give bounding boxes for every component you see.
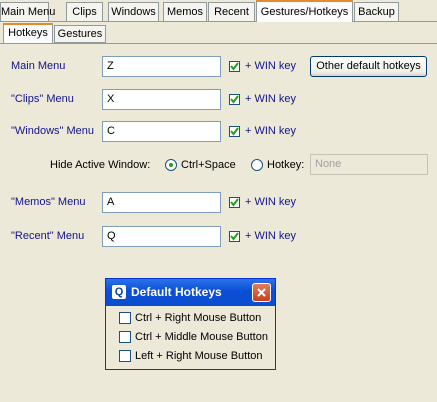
ctrl-middle-mouse-label: Ctrl + Middle Mouse Button xyxy=(135,331,268,343)
popup-close-button[interactable] xyxy=(252,283,271,302)
clips-menu-label: "Clips" Menu xyxy=(11,93,74,105)
ctrl-space-label: Ctrl+Space xyxy=(181,159,236,171)
main-menu-hotkey-field[interactable]: Z xyxy=(102,56,221,77)
ctrl-space-radio[interactable] xyxy=(165,159,177,171)
windows-menu-win-label: + WIN key xyxy=(245,125,297,137)
left-right-mouse-checkbox[interactable] xyxy=(119,350,131,362)
memos-menu-hotkey-field[interactable]: A xyxy=(102,192,221,213)
main-menu-label: Main Menu xyxy=(11,60,66,72)
check-icon xyxy=(230,232,239,241)
recent-menu-hotkey-field[interactable]: Q xyxy=(102,226,221,247)
tab-recent[interactable]: Recent xyxy=(208,2,255,21)
other-default-hotkeys-button[interactable]: Other default hotkeys xyxy=(310,56,427,77)
main-menu-win-checkbox[interactable] xyxy=(229,61,240,72)
subtab-gestures[interactable]: Gestures xyxy=(54,25,106,43)
windows-menu-win-checkbox[interactable] xyxy=(229,126,240,137)
hide-window-hotkey-field[interactable]: None xyxy=(310,154,428,175)
tab-strip-border xyxy=(0,21,437,22)
left-right-mouse-label: Left + Right Mouse Button xyxy=(135,350,263,362)
subtab-border xyxy=(0,43,437,44)
check-icon xyxy=(230,62,239,71)
ctrl-middle-mouse-checkbox[interactable] xyxy=(119,331,131,343)
recent-menu-win-label: + WIN key xyxy=(245,230,297,242)
windows-menu-label: "Windows" Menu xyxy=(11,125,95,137)
subtab-hotkeys[interactable]: Hotkeys xyxy=(3,23,53,44)
check-icon xyxy=(230,198,239,207)
popup-title: Default Hotkeys xyxy=(131,285,222,299)
tab-gestures-hotkeys[interactable]: Gestures/Hotkeys xyxy=(256,0,353,22)
app-logo-icon: Q xyxy=(112,285,126,299)
tab-main-menu[interactable]: Main Menu xyxy=(0,2,55,21)
recent-menu-win-checkbox[interactable] xyxy=(229,231,240,242)
hotkey-radio-label: Hotkey: xyxy=(267,159,305,171)
close-icon xyxy=(257,288,266,297)
memos-menu-win-checkbox[interactable] xyxy=(229,197,240,208)
clips-menu-win-label: + WIN key xyxy=(245,93,297,105)
clips-menu-win-checkbox[interactable] xyxy=(229,94,240,105)
ctrl-right-mouse-label: Ctrl + Right Mouse Button xyxy=(135,312,262,324)
default-hotkeys-popup: Q Default Hotkeys Ctrl + Right Mouse But… xyxy=(105,278,276,370)
tab-windows[interactable]: Windows xyxy=(108,2,159,21)
check-icon xyxy=(230,127,239,136)
hide-window-label: Hide Active Window: xyxy=(50,159,151,171)
recent-menu-label: "Recent" Menu xyxy=(11,230,85,242)
memos-menu-win-label: + WIN key xyxy=(245,196,297,208)
memos-menu-label: "Memos" Menu xyxy=(11,196,86,208)
ctrl-right-mouse-checkbox[interactable] xyxy=(119,312,131,324)
tab-backup[interactable]: Backup xyxy=(354,2,399,21)
windows-menu-hotkey-field[interactable]: C xyxy=(102,121,221,142)
tab-clips[interactable]: Clips xyxy=(66,2,103,21)
clips-menu-hotkey-field[interactable]: X xyxy=(102,89,221,110)
tab-memos[interactable]: Memos xyxy=(163,2,207,21)
radio-selected-dot xyxy=(169,163,173,167)
main-menu-win-label: + WIN key xyxy=(245,60,297,72)
main-tab-strip: Main Menu Clips Windows Memos Recent Ges… xyxy=(0,0,437,22)
popup-title-bar[interactable]: Q Default Hotkeys xyxy=(106,279,275,306)
hotkey-radio[interactable] xyxy=(251,159,263,171)
check-icon xyxy=(230,95,239,104)
